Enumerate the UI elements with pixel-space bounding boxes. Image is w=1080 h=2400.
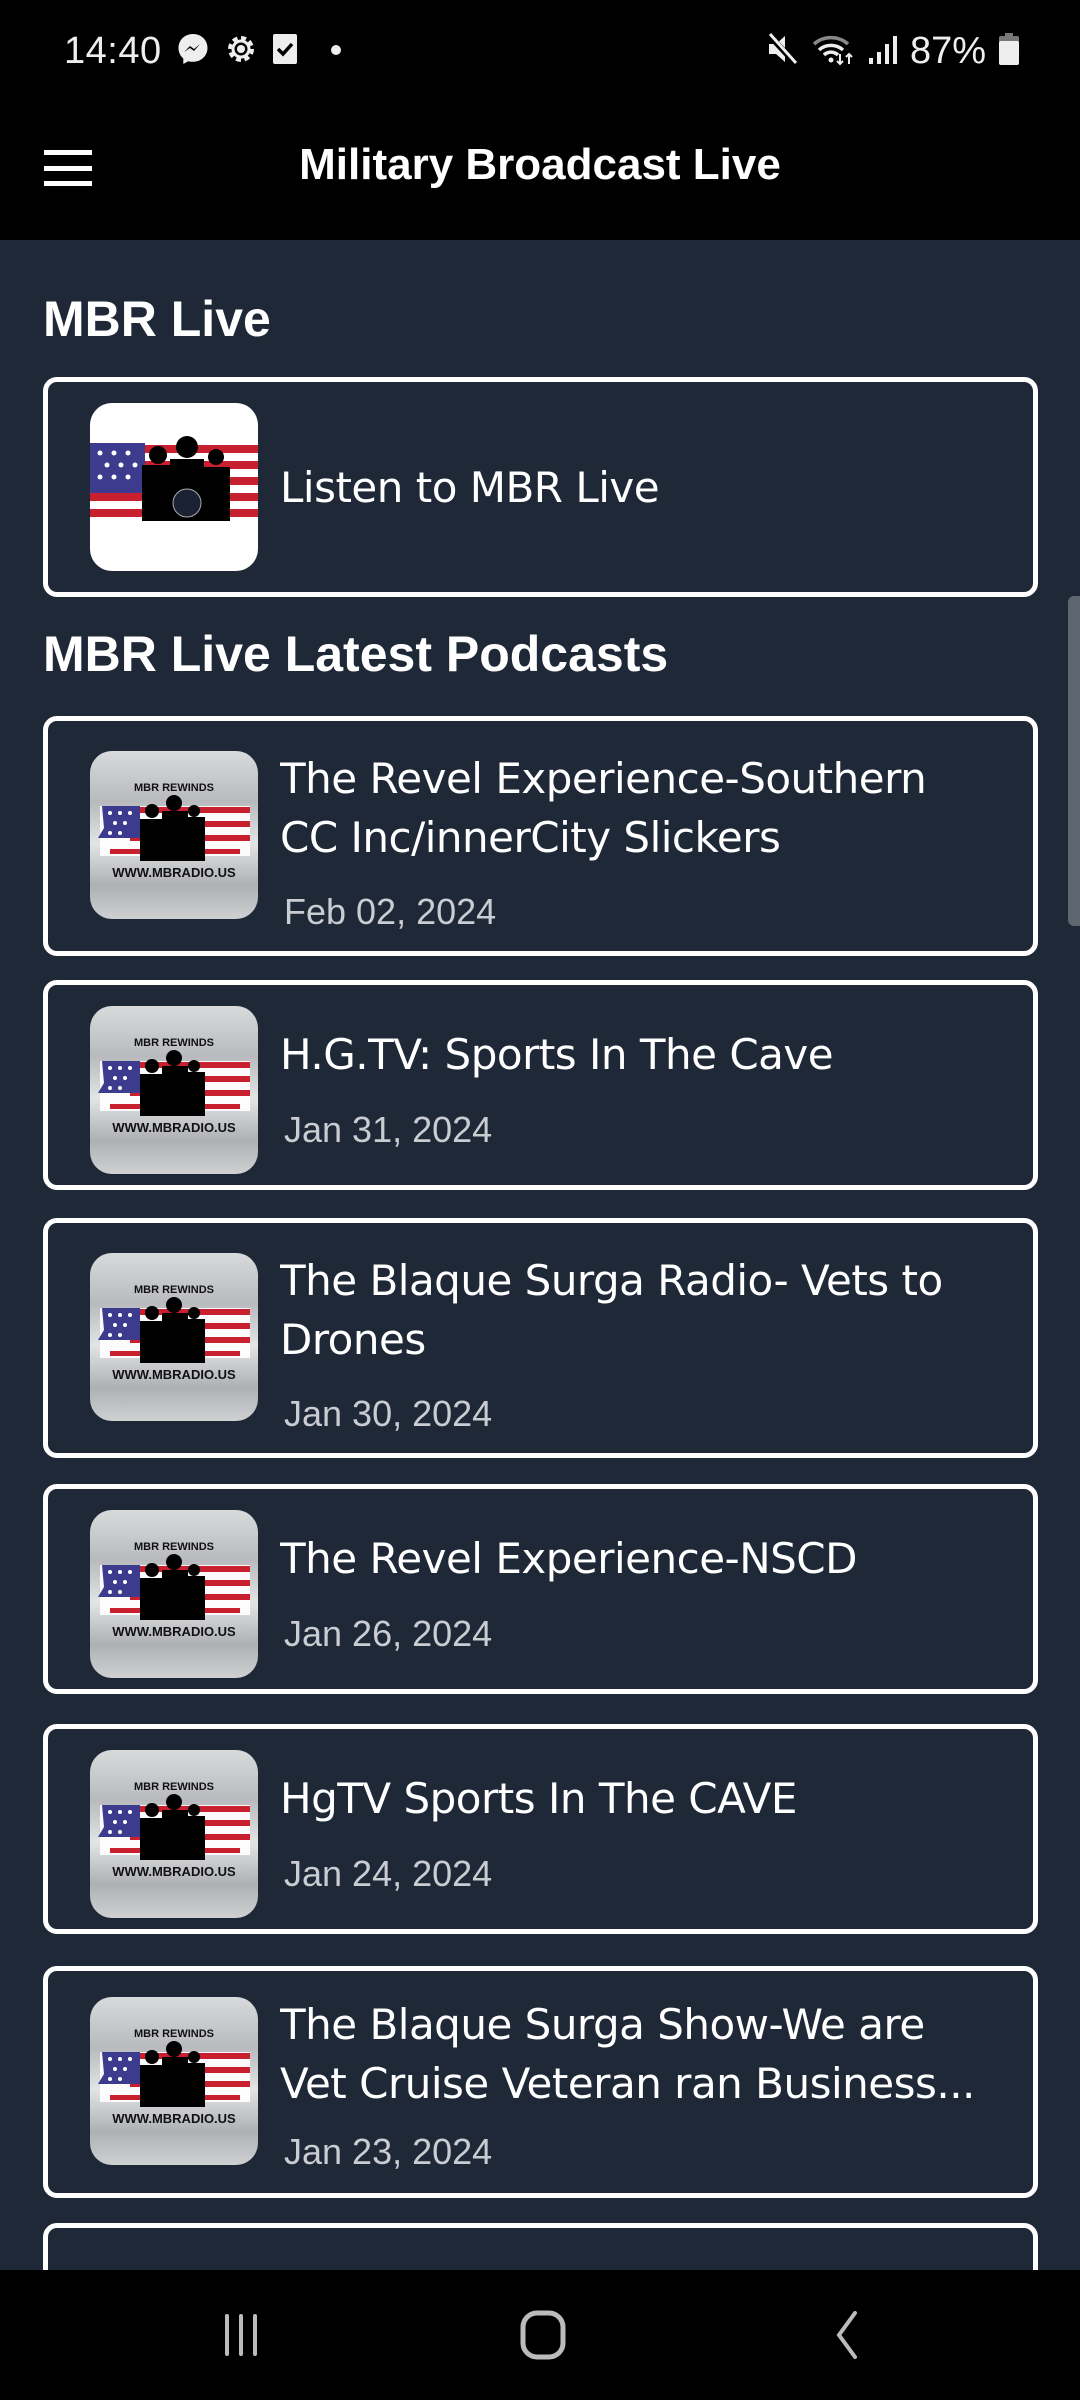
status-time: 14:40: [64, 30, 162, 72]
thumbnail-bottom-text: WWW.MBRADIO.US: [112, 1120, 236, 1135]
podcast-title: The Blaque Surga Show-We are Vet Cruise …: [280, 2000, 975, 2108]
settings-gear-icon: [224, 32, 258, 71]
podcast-title: H.G.TV: Sports In The Cave: [280, 1030, 834, 1079]
podcast-thumbnail: MBR REWINDS WWW.MBRADIO.US: [90, 1997, 258, 2165]
mbr-rewinds-image: MBR REWINDS WWW.MBRADIO.US: [98, 1284, 250, 1382]
podcast-title: HgTV Sports In The CAVE: [280, 1774, 797, 1823]
flag-soldiers-image: [90, 436, 258, 523]
podcast-title: The Blaque Surga Radio- Vets to Drones: [280, 1256, 943, 1364]
podcast-thumbnail: MBR REWINDS WWW.MBRADIO.US: [90, 1006, 258, 1174]
podcast-thumbnail: MBR REWINDS WWW.MBRADIO.US: [90, 1253, 258, 1421]
podcast-title: The Revel Experience-Southern CC Inc/inn…: [280, 754, 927, 862]
listen-live-card[interactable]: Listen to MBR Live: [43, 377, 1038, 597]
thumbnail-top-text: MBR REWINDS: [134, 1541, 214, 1553]
home-icon[interactable]: [498, 2300, 588, 2370]
mbr-rewinds-image: MBR REWINDS WWW.MBRADIO.US: [98, 1541, 250, 1639]
listen-live-label: Listen to MBR Live: [280, 463, 660, 512]
podcast-card[interactable]: MBR REWINDS WWW.MBRADIO.US H.G.TV: Sports …: [43, 980, 1038, 1190]
status-bar: 14:40 87%: [0, 0, 1080, 110]
podcast-card[interactable]: MBR REWINDS WWW.MBRADIO.US HgTV Sports In …: [43, 1724, 1038, 1934]
podcast-card[interactable]: MBR REWINDS WWW.MBRADIO.US The Blaque Surg…: [43, 1966, 1038, 2198]
mbr-rewinds-image: MBR REWINDS WWW.MBRADIO.US: [98, 782, 250, 880]
thumbnail-top-text: MBR REWINDS: [134, 1781, 214, 1793]
back-icon[interactable]: [800, 2300, 890, 2370]
podcast-date: Jan 23, 2024: [284, 2131, 493, 2172]
podcast-card-partial[interactable]: [43, 2223, 1038, 2270]
thumbnail-bottom-text: WWW.MBRADIO.US: [112, 1624, 236, 1639]
podcast-date: Jan 30, 2024: [284, 1393, 493, 1434]
main-content[interactable]: MBR Live Listen to MBR Live MBR Live Lat…: [0, 240, 1080, 2270]
thumbnail-bottom-text: WWW.MBRADIO.US: [112, 865, 236, 880]
thumbnail-top-text: MBR REWINDS: [134, 1284, 214, 1296]
mbr-rewinds-image: MBR REWINDS WWW.MBRADIO.US: [98, 1781, 250, 1879]
thumbnail-bottom-text: WWW.MBRADIO.US: [112, 1367, 236, 1382]
podcast-title: The Revel Experience-NSCD: [280, 1534, 857, 1583]
status-right: 87%: [766, 30, 1020, 73]
podcast-card[interactable]: MBR REWINDS WWW.MBRADIO.US The Blaque Surg…: [43, 1218, 1038, 1458]
podcast-card[interactable]: MBR REWINDS WWW.MBRADIO.US The Revel Exper…: [43, 1484, 1038, 1694]
podcast-thumbnail: MBR REWINDS WWW.MBRADIO.US: [90, 1750, 258, 1918]
checkbox-notification-icon: [272, 32, 298, 71]
wifi-icon: [812, 32, 856, 71]
battery-percent: 87%: [909, 30, 986, 72]
podcast-date: Feb 02, 2024: [284, 891, 497, 932]
live-thumbnail: [90, 403, 258, 571]
scrollbar[interactable]: [1068, 596, 1080, 926]
section-title-podcasts: MBR Live Latest Podcasts: [43, 626, 669, 682]
podcast-thumbnail: MBR REWINDS WWW.MBRADIO.US: [90, 751, 258, 919]
section-title-live: MBR Live: [43, 291, 271, 347]
podcast-date: Jan 31, 2024: [284, 1109, 493, 1150]
status-left: 14:40: [64, 30, 342, 73]
thumbnail-top-text: MBR REWINDS: [134, 2028, 214, 2040]
signal-icon: [868, 32, 898, 71]
navigation-bar: [0, 2270, 1080, 2400]
thumbnail-bottom-text: WWW.MBRADIO.US: [112, 1864, 236, 1879]
dot-icon: [330, 43, 342, 61]
podcast-card[interactable]: MBR REWINDS WWW.MBRADIO.US The Revel Exper…: [43, 716, 1038, 956]
app-title: Military Broadcast Live: [299, 140, 781, 189]
mute-icon: [766, 32, 800, 71]
podcast-thumbnail: MBR REWINDS WWW.MBRADIO.US: [90, 1510, 258, 1678]
recent-apps-icon[interactable]: [196, 2300, 286, 2370]
mbr-rewinds-image: MBR REWINDS WWW.MBRADIO.US: [98, 1037, 250, 1135]
app-bar: Military Broadcast Live: [0, 110, 1080, 240]
podcast-date: Jan 26, 2024: [284, 1613, 493, 1654]
battery-icon: [998, 32, 1020, 71]
thumbnail-top-text: MBR REWINDS: [134, 1037, 214, 1049]
thumbnail-top-text: MBR REWINDS: [134, 782, 214, 794]
messenger-icon: [176, 32, 210, 71]
mbr-rewinds-image: MBR REWINDS WWW.MBRADIO.US: [98, 2028, 250, 2126]
podcast-date: Jan 24, 2024: [284, 1853, 493, 1894]
thumbnail-bottom-text: WWW.MBRADIO.US: [112, 2111, 236, 2126]
